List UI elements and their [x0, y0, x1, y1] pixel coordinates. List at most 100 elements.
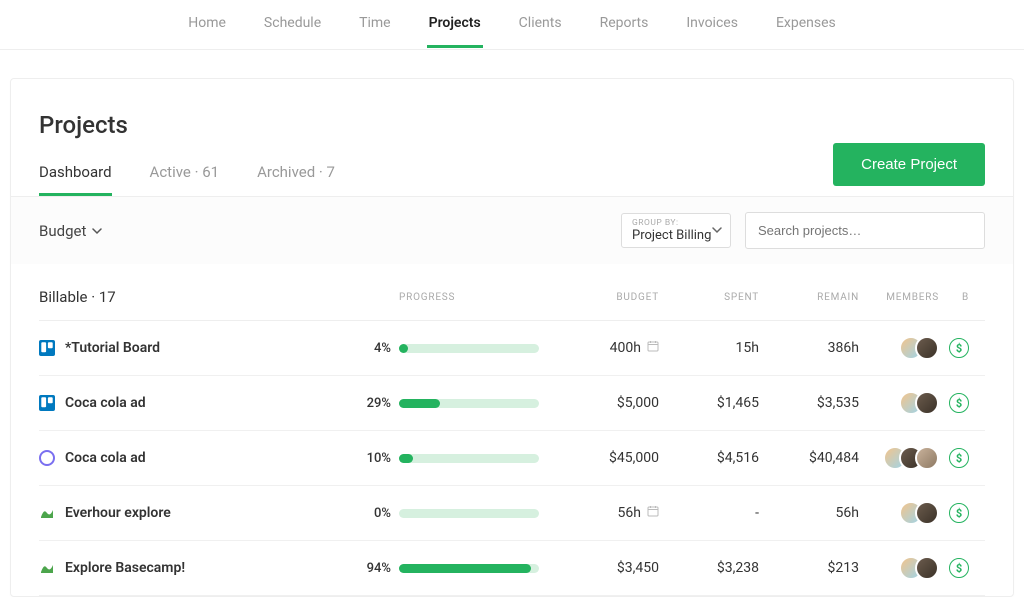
col-budget: BUDGET — [549, 292, 659, 303]
project-cell: Coca cola ad — [39, 395, 339, 411]
budget-value: $5,000 — [549, 395, 659, 411]
spent-value: - — [659, 505, 759, 521]
avatar — [915, 336, 939, 360]
table-row[interactable]: Coca cola ad29%$5,000$1,465$3,535$ — [39, 376, 985, 431]
project-name: *Tutorial Board — [65, 340, 160, 356]
col-billable: B — [939, 292, 969, 303]
basecamp-icon — [39, 505, 55, 521]
col-spent: SPENT — [659, 292, 759, 303]
trello-icon — [39, 395, 55, 411]
table-row[interactable]: *Tutorial Board 4% 400h15h386h $ — [39, 321, 985, 376]
table-row[interactable]: Everhour explore 0% 56h-56h $ — [39, 486, 985, 541]
avatar — [915, 501, 939, 525]
avatar — [915, 391, 939, 415]
spent-value: 15h — [659, 340, 759, 356]
section-title: Billable · 17 — [39, 288, 339, 306]
progress-percent: 0% — [339, 506, 399, 521]
progress-bar — [399, 454, 549, 463]
members-avatars[interactable] — [859, 391, 939, 415]
project-name: Coca cola ad — [65, 450, 146, 466]
dollar-icon[interactable]: $ — [949, 448, 969, 468]
avatar — [915, 446, 939, 470]
table-row[interactable]: Coca cola ad 10% $45,000$4,516$40,484 $ — [39, 431, 985, 486]
billable-cell: $ — [939, 503, 969, 523]
col-remain: REMAIN — [759, 292, 859, 303]
dollar-icon[interactable]: $ — [949, 393, 969, 413]
budget-value: $45,000 — [549, 450, 659, 466]
members-avatars[interactable] — [859, 501, 939, 525]
calendar-icon — [647, 340, 659, 356]
page-title: Projects — [39, 111, 335, 139]
avatar — [915, 556, 939, 580]
create-project-button[interactable]: Create Project — [833, 143, 985, 186]
projects-table: Billable · 17 PROGRESS BUDGET SPENT REMA… — [11, 264, 1013, 596]
budget-value: $3,450 — [549, 560, 659, 576]
trello-icon — [39, 340, 55, 356]
col-progress: PROGRESS — [399, 292, 549, 303]
basecamp-icon — [39, 560, 55, 576]
project-cell: Coca cola ad — [39, 450, 339, 466]
col-members: MEMBERS — [859, 292, 939, 303]
table-header: Billable · 17 PROGRESS BUDGET SPENT REMA… — [39, 264, 985, 321]
groupby-select[interactable]: GROUP BY: Project Billing — [621, 213, 731, 248]
progress-percent: 29% — [339, 396, 399, 411]
progress-bar — [399, 399, 549, 408]
progress-bar — [399, 344, 549, 353]
dollar-icon[interactable]: $ — [949, 503, 969, 523]
remain-value: $213 — [759, 560, 859, 576]
spent-value: $4,516 — [659, 450, 759, 466]
budget-value: 56h — [549, 505, 659, 521]
project-cell: *Tutorial Board — [39, 340, 339, 356]
groupby-label: GROUP BY: — [632, 218, 720, 228]
subtab-active[interactable]: Active · 61 — [150, 163, 220, 196]
project-cell: Explore Basecamp! — [39, 560, 339, 576]
budget-filter[interactable]: Budget — [39, 222, 102, 240]
header-row: Projects Dashboard Active · 61 Archived … — [11, 79, 1013, 196]
main-card: Projects Dashboard Active · 61 Archived … — [10, 78, 1014, 597]
nav-item-expenses[interactable]: Expenses — [774, 1, 838, 48]
subtab-archived[interactable]: Archived · 7 — [257, 163, 335, 196]
search-input[interactable] — [745, 212, 985, 249]
remain-value: 56h — [759, 505, 859, 521]
nav-item-invoices[interactable]: Invoices — [684, 1, 740, 48]
nav-item-home[interactable]: Home — [186, 1, 228, 48]
spent-value: $3,238 — [659, 560, 759, 576]
nav-item-schedule[interactable]: Schedule — [262, 1, 323, 48]
calendar-icon — [647, 505, 659, 521]
billable-cell: $ — [939, 558, 969, 578]
chevron-down-icon — [92, 222, 102, 240]
dollar-icon[interactable]: $ — [949, 338, 969, 358]
progress-percent: 4% — [339, 341, 399, 356]
groupby-value: Project Billing — [632, 228, 720, 243]
project-name: Explore Basecamp! — [65, 560, 185, 576]
nav-item-clients[interactable]: Clients — [517, 1, 564, 48]
subtab-dashboard[interactable]: Dashboard — [39, 163, 112, 196]
dollar-icon[interactable]: $ — [949, 558, 969, 578]
progress-percent: 94% — [339, 561, 399, 576]
spent-value: $1,465 — [659, 395, 759, 411]
billable-cell: $ — [939, 393, 969, 413]
progress-bar — [399, 509, 549, 518]
nav-item-reports[interactable]: Reports — [598, 1, 651, 48]
top-nav: Home Schedule Time Projects Clients Reports In… — [0, 0, 1024, 50]
members-avatars[interactable] — [859, 446, 939, 470]
project-name: Coca cola ad — [65, 395, 146, 411]
nav-item-projects[interactable]: Projects — [427, 1, 483, 48]
budget-filter-label: Budget — [39, 222, 86, 240]
filter-bar: Budget GROUP BY: Project Billing — [11, 196, 1013, 264]
project-cell: Everhour explore — [39, 505, 339, 521]
chevron-down-icon — [712, 224, 722, 238]
budget-value: 400h — [549, 340, 659, 356]
project-name: Everhour explore — [65, 505, 171, 521]
billable-cell: $ — [939, 448, 969, 468]
progress-bar — [399, 564, 549, 573]
table-row[interactable]: Explore Basecamp! 94% $3,450$3,238$213 $ — [39, 541, 985, 596]
billable-cell: $ — [939, 338, 969, 358]
members-avatars[interactable] — [859, 556, 939, 580]
progress-percent: 10% — [339, 451, 399, 466]
remain-value: $40,484 — [759, 450, 859, 466]
remain-value: 386h — [759, 340, 859, 356]
nav-item-time[interactable]: Time — [357, 1, 392, 48]
members-avatars[interactable] — [859, 336, 939, 360]
subtabs: Dashboard Active · 61 Archived · 7 — [39, 163, 335, 196]
